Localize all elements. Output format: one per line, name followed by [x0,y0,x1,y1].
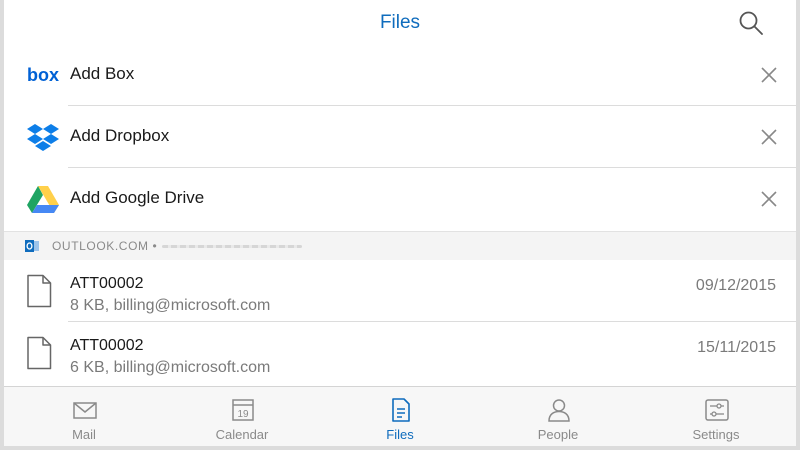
add-google-drive-label: Add Google Drive [70,188,205,207]
file-date: 15/11/2015 [697,339,776,356]
file-row[interactable]: ATT00002 8 KB, billing@microsoft.com 09/… [4,260,796,322]
search-icon[interactable] [738,10,764,36]
file-row[interactable]: ATT00002 6 KB, billing@microsoft.com 15/… [4,322,796,384]
tab-calendar[interactable]: 19 Calendar [163,387,321,446]
people-icon [548,399,570,422]
close-icon[interactable] [760,190,778,208]
file-name: ATT00002 [70,275,144,292]
file-name: ATT00002 [70,337,144,354]
account-section-header: OUTLOOK.COM • [4,231,796,261]
tab-mail[interactable]: Mail [5,387,163,446]
tab-label: People [537,427,579,442]
file-meta: 8 KB, billing@microsoft.com [70,297,271,314]
tab-label: Settings [692,427,740,442]
files-icon [392,398,410,422]
svg-text:box: box [27,65,59,85]
box-logo-icon: box [27,65,59,85]
tab-label: Files [386,427,414,442]
page-title: Files [379,12,421,33]
mail-icon [73,402,97,419]
document-icon [27,336,52,370]
account-label: OUTLOOK.COM • [52,239,158,253]
outlook-icon [25,240,39,252]
document-icon [27,274,52,308]
dropbox-logo-icon [27,124,59,151]
add-dropbox-label: Add Dropbox [70,126,170,145]
file-meta: 6 KB, billing@microsoft.com [70,359,271,376]
google-drive-logo-icon [27,186,59,213]
header-bar: Files [4,0,796,45]
calendar-icon-day: 19 [237,409,249,420]
file-date: 09/12/2015 [695,277,776,294]
tab-label: Mail [72,427,96,442]
add-box-label: Add Box [70,64,135,83]
bottom-tab-bar: Mail 19 Calendar Files People Settings [4,386,796,446]
tab-settings[interactable]: Settings [637,387,795,446]
redacted-account-email [162,245,302,248]
tab-files[interactable]: Files [321,387,479,446]
tab-people[interactable]: People [479,387,637,446]
settings-icon [705,399,729,421]
tab-label: Calendar [215,427,269,442]
calendar-icon: 19 [232,399,254,421]
add-google-drive-row[interactable]: Add Google Drive [4,168,796,230]
add-dropbox-row[interactable]: Add Dropbox [4,106,796,168]
close-icon[interactable] [760,128,778,146]
close-icon[interactable] [760,66,778,84]
files-screen: Files box Add Box Add Dropbox Add Google… [4,0,796,446]
add-box-row[interactable]: box Add Box [4,44,796,106]
